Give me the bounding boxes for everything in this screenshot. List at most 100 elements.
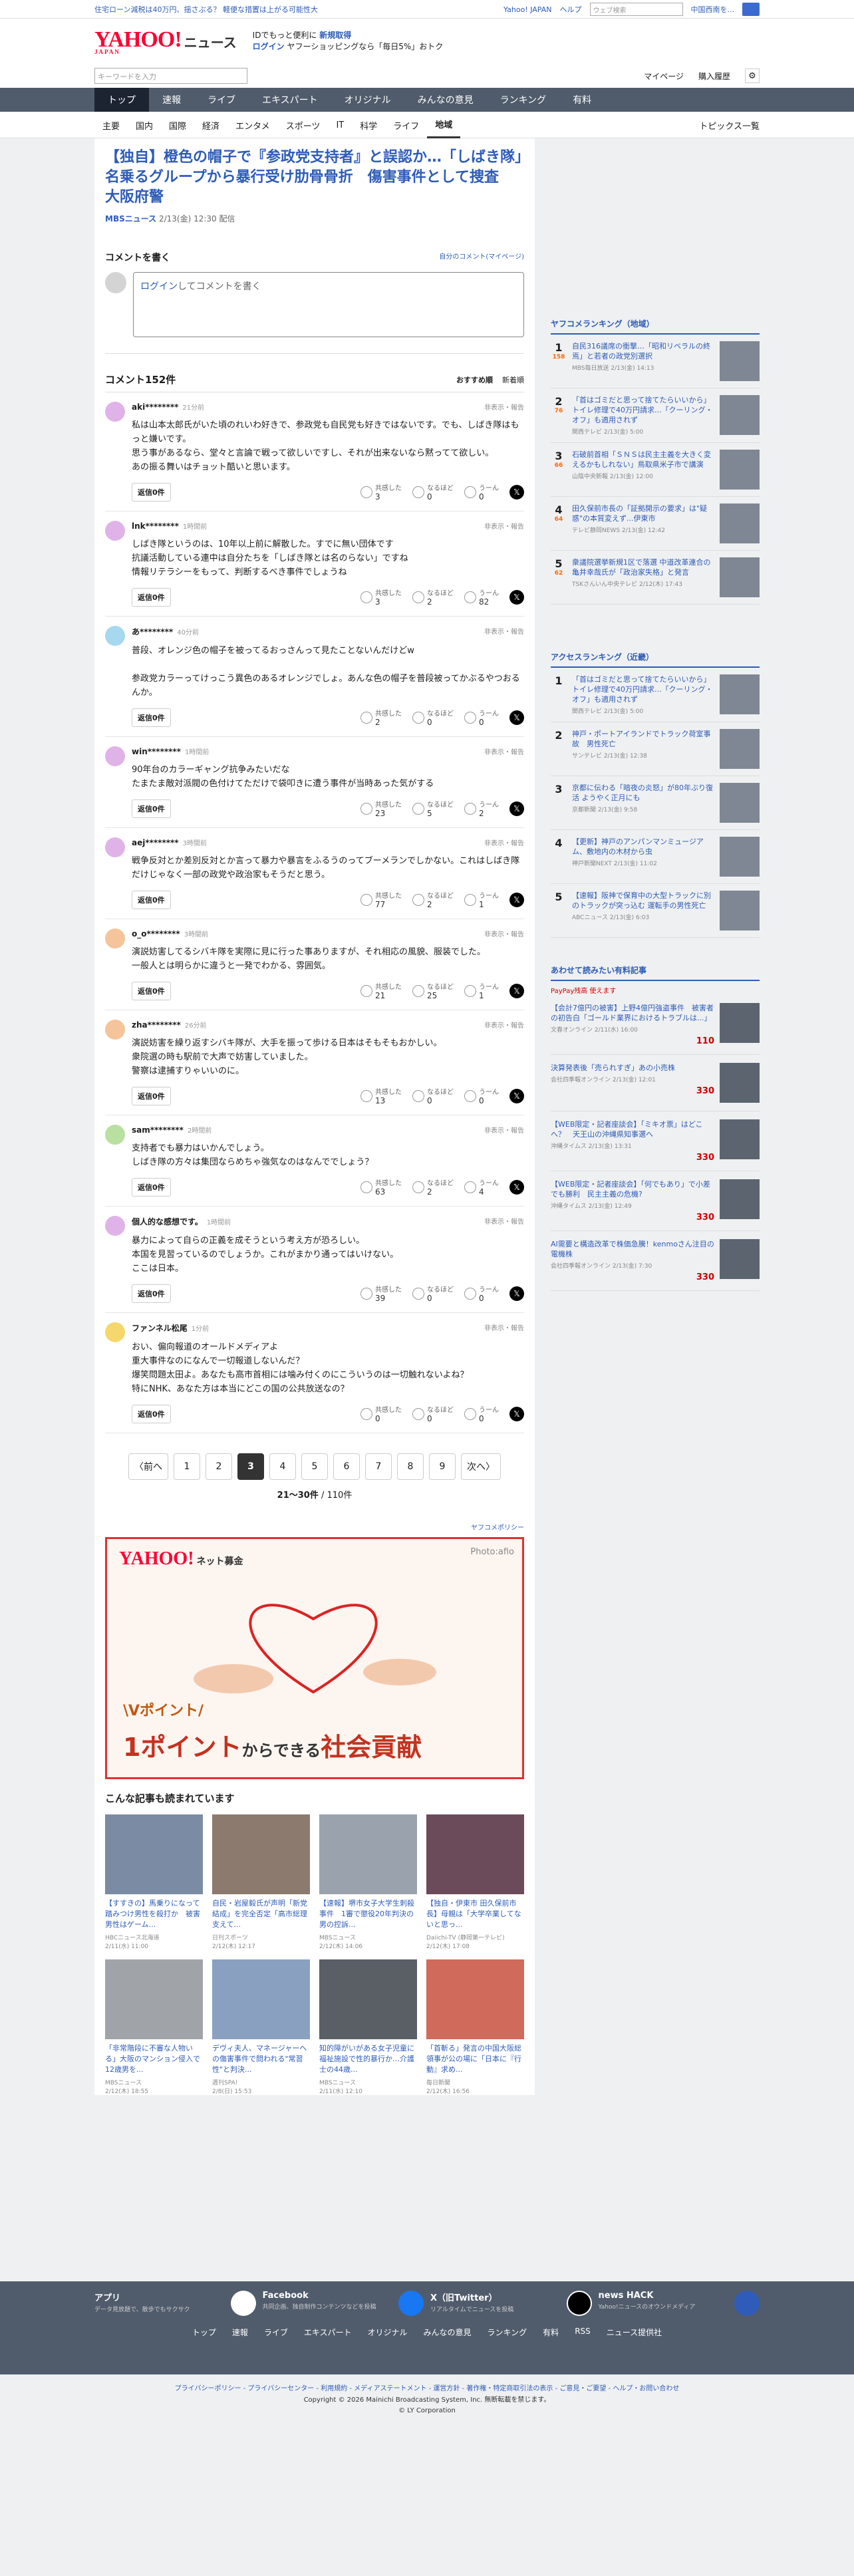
mypage-link[interactable]: マイページ [644, 71, 684, 82]
report-link[interactable]: 非表示・報告 [484, 929, 524, 938]
article-title-link[interactable]: 【すすきの】馬乗りになって踏みつけ男性を殺打か 被害男性はゲーム... [105, 1898, 203, 1930]
web-search-input[interactable]: ウェブ検索 [589, 3, 683, 16]
convinced-button[interactable]: なるほど 0 [412, 1086, 454, 1105]
paid-article-title[interactable]: 決算発表後「売られすぎ」あの小売株 [551, 1063, 714, 1073]
ranking-thumbnail[interactable] [720, 557, 760, 597]
empathy-button[interactable]: 共感した 77 [360, 890, 402, 909]
comment-user[interactable]: あ******** 40分前 [132, 626, 524, 637]
legal-links[interactable]: プライバシーポリシー - プライバシーセンター - 利用規約 - メディアステー… [0, 2382, 854, 2392]
paid-article-title[interactable]: 【会計7億円の被害】上野4億円強盗事件 被害者の初告白「ゴールド業界におけるトラ… [551, 1003, 714, 1023]
paid-article-item[interactable]: AI需要と構造改革で株価急騰！kenmoさん注目の電機株 会社四季報オンライン 2… [551, 1231, 760, 1291]
paid-article-item[interactable]: 【WEB限定・記者座談会】「何でもあり」で小差でも勝利 民主主義の危機? 沖縄タイ… [551, 1171, 760, 1231]
paid-article-thumbnail[interactable] [720, 1063, 760, 1103]
comment-username[interactable]: sam******** [132, 1125, 184, 1135]
category-economy[interactable]: 経済 [194, 112, 227, 138]
access-title[interactable]: 【更新】神戸のアンパンマンミュージアム、敷地内の木材から虫 [572, 837, 714, 857]
footer-newshack-link[interactable]: news HACK Yahoo!ニュースのオウンドメディア [599, 2291, 760, 2316]
footer-link[interactable]: エキスパート [304, 2327, 352, 2338]
article-source[interactable]: MBSニュース [105, 214, 156, 223]
ranking-item[interactable]: 1 158 自民316議席の衝撃…「昭和リベラルの終焉」と若者の政党別選択 MBS毎日… [551, 335, 760, 388]
empathy-button[interactable]: 共感した 2 [360, 708, 402, 727]
article-thumbnail[interactable] [426, 1959, 524, 2039]
comment-user[interactable]: o_o******** 3時間前 [132, 929, 524, 938]
report-link[interactable]: 非表示・報告 [484, 521, 524, 531]
footer-link[interactable]: トップ [192, 2327, 216, 2338]
footer-x-link[interactable]: X（旧Twitter） リアルタイムでニュースを投稿 [430, 2291, 592, 2316]
report-link[interactable]: 非表示・報告 [484, 837, 524, 847]
gear-icon[interactable]: ⚙ [745, 69, 760, 83]
convinced-button[interactable]: なるほど 0 [412, 708, 454, 727]
access-thumbnail[interactable] [720, 891, 760, 930]
top-promo-link[interactable]: 住宅ローン減税は40万円、揺さぶる？ 軽便な措置は上がる可能性大 [94, 4, 503, 15]
ranking-item[interactable]: 3 66 石破前首相「ＳＮＳは民主主義を大きく変えるかもしれない」鳥取県米子市で講演… [551, 443, 760, 497]
keyword-search-input[interactable]: キーワードを入力 [94, 68, 247, 84]
footer-link[interactable]: RSS [575, 2327, 591, 2338]
article-thumbnail[interactable] [105, 1959, 203, 2039]
help-link[interactable]: ヘルプ [560, 4, 582, 15]
my-comments-link[interactable]: 自分のコメント(マイページ) [439, 251, 524, 264]
article-thumbnail[interactable] [319, 1959, 417, 2039]
comment-user[interactable]: aki******** 21分前 [132, 402, 524, 412]
comment-username[interactable]: o_o******** [132, 929, 180, 938]
page-button[interactable]: 7 [365, 1453, 392, 1480]
article-thumbnail[interactable] [212, 1814, 310, 1894]
convinced-button[interactable]: なるほど 2 [412, 890, 454, 909]
article-title-link[interactable]: 【独自・伊東市 田久保前市長】母親は「大学卒業してないと思っ... [426, 1898, 524, 1930]
category-local[interactable]: 地域 [427, 112, 461, 138]
access-item[interactable]: 5 【速報】阪神で保育中の大型トラックに別のトラックが突っ込む 運転手の男性死亡 A… [551, 884, 760, 938]
footer-facebook-link[interactable]: Facebook 共同企画、独自制作コンテンツなどを投稿 [263, 2291, 424, 2316]
purchase-history-link[interactable]: 購入履歴 [698, 71, 730, 82]
gnav-opinion[interactable]: みんなの意見 [404, 88, 487, 112]
empathy-button[interactable]: 共感した 23 [360, 799, 402, 818]
comment-username[interactable]: zha******** [132, 1020, 181, 1030]
article-title-link[interactable]: 自民・岩屋毅氏が声明「新党結成」を完全否定「高市総理支えて... [212, 1898, 310, 1930]
comment-username[interactable]: win******** [132, 747, 181, 756]
hmm-button[interactable]: うーん 1 [464, 890, 499, 909]
x-share-icon[interactable]: 𝕏 [509, 983, 524, 998]
category-science[interactable]: 科学 [352, 112, 385, 138]
city-select[interactable]: 中国西南を... [691, 4, 735, 15]
sort-recommended-tab[interactable]: おすすめ順 [456, 374, 493, 385]
empathy-button[interactable]: 共感した 63 [360, 1177, 402, 1197]
report-link[interactable]: 非表示・報告 [484, 1020, 524, 1030]
related-article-card[interactable]: 【独自・伊東市 田久保前市長】母親は「大学卒業してないと思っ... Daiichi… [426, 1814, 524, 1950]
article-title-link[interactable]: デヴィ夫人、マネージャーへの傷害事件で問われる"常習性"と判決... [212, 2043, 310, 2075]
ranking-item[interactable]: 5 62 衆議院選挙新規1区で落選 中道改革連合の亀井幸哉氏が「政治家失格」と発言 T… [551, 551, 760, 605]
paid-article-item[interactable]: 【会計7億円の被害】上野4億円強盗事件 被害者の初告白「ゴールド業界におけるトラ… [551, 995, 760, 1055]
topics-list-link[interactable]: トピックス一覧 [699, 119, 760, 132]
related-article-card[interactable]: 自民・岩屋毅氏が声明「新党結成」を完全否定「高市総理支えて... 日刊スポーツ 2/… [212, 1814, 310, 1950]
ranking-item[interactable]: 2 76 「首はゴミだと思って捨てたらいいから」トイレ修理で40万円請求...「クー… [551, 388, 760, 443]
comment-login-link[interactable]: ログイン [140, 281, 178, 292]
empathy-button[interactable]: 共感した 3 [360, 587, 402, 607]
ranking-title[interactable]: 石破前首相「ＳＮＳは民主主義を大きく変えるかもしれない」鳥取県米子市で講演 [572, 450, 714, 470]
reply-button[interactable]: 返信0件 [132, 708, 171, 727]
hmm-button[interactable]: うーん 0 [464, 1284, 499, 1303]
comment-username[interactable]: aej******** [132, 838, 179, 847]
empathy-button[interactable]: 共感した 0 [360, 1404, 402, 1423]
report-link[interactable]: 非表示・報告 [484, 626, 524, 636]
reply-button[interactable]: 返信0件 [132, 981, 171, 1000]
convinced-button[interactable]: なるほど 0 [412, 482, 454, 501]
x-share-icon[interactable]: 𝕏 [509, 892, 524, 907]
comment-policy-link[interactable]: ヤフコメポリシー [105, 1522, 524, 1532]
page-button[interactable]: 2 [206, 1453, 232, 1480]
reply-button[interactable]: 返信0件 [132, 890, 171, 909]
web-search-button[interactable] [742, 3, 760, 16]
hmm-button[interactable]: うーん 0 [464, 1404, 499, 1423]
footer-link[interactable]: みんなの意見 [424, 2327, 472, 2338]
page-button[interactable]: 8 [397, 1453, 424, 1480]
category-entertainment[interactable]: エンタメ [227, 112, 278, 138]
paid-article-thumbnail[interactable] [720, 1179, 760, 1219]
reply-button[interactable]: 返信0件 [132, 1177, 171, 1197]
ranking-thumbnail[interactable] [720, 450, 760, 490]
hmm-button[interactable]: うーん 82 [464, 587, 499, 607]
paid-article-item[interactable]: 決算発表後「売られすぎ」あの小売株 会社四季報オンライン 2/13(金) 12:0… [551, 1055, 760, 1111]
signup-link[interactable]: 新規取得 [319, 31, 351, 40]
x-share-icon[interactable]: 𝕏 [509, 1286, 524, 1301]
paid-article-thumbnail[interactable] [720, 1119, 760, 1159]
gnav-original[interactable]: オリジナル [331, 88, 404, 112]
comment-username[interactable]: あ******** [132, 627, 173, 637]
comment-username[interactable]: lnk******** [132, 521, 179, 531]
comment-username[interactable]: 個人的な感想です。 [132, 1217, 203, 1226]
article-title[interactable]: 【独自】橙色の帽子で『参政党支持者』と誤認か…「しばき隊」名乗るグループから暴行… [105, 148, 524, 208]
